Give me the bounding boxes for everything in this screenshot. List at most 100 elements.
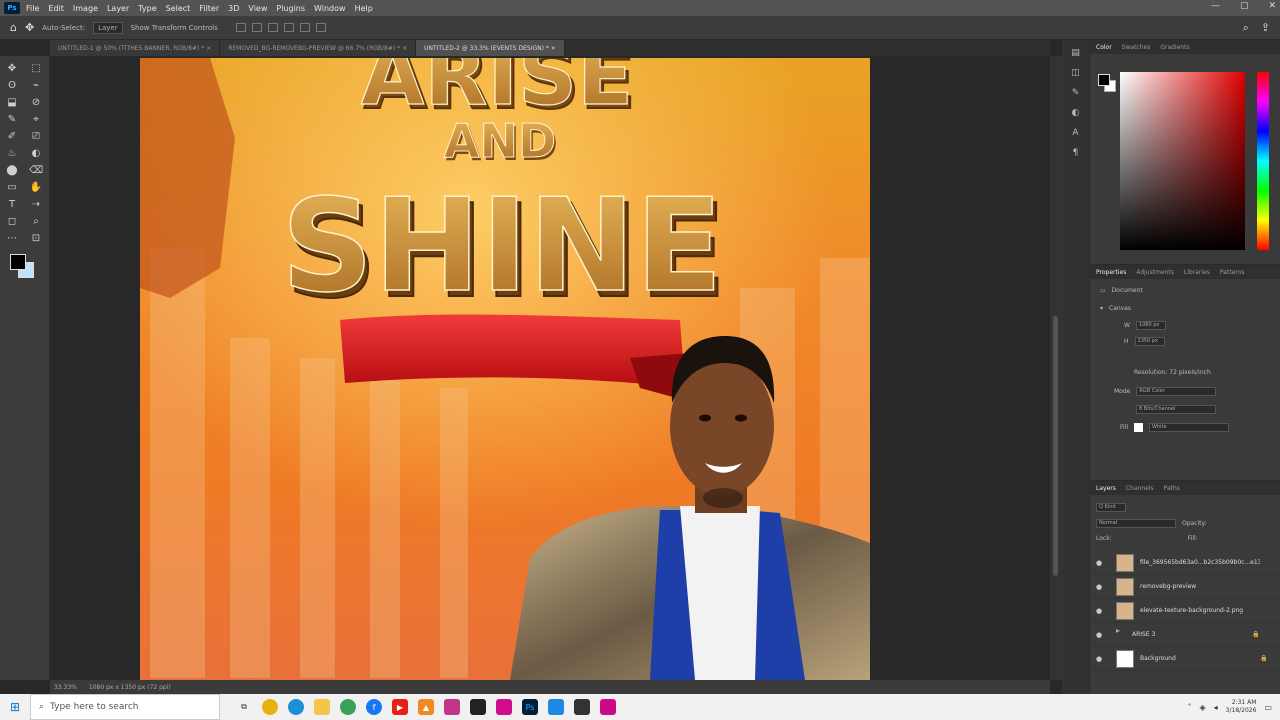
foreground-color-swatch[interactable] <box>10 254 26 270</box>
color-swatches[interactable] <box>10 254 40 282</box>
tab-close-icon[interactable]: × <box>206 45 211 52</box>
minimize-button[interactable]: — <box>1211 1 1220 11</box>
instagram-icon[interactable] <box>444 699 460 715</box>
file-explorer-icon[interactable] <box>314 699 330 715</box>
align-bottom-icon[interactable] <box>315 23 326 32</box>
edge-icon[interactable] <box>288 699 304 715</box>
menu-select[interactable]: Select <box>166 4 191 13</box>
chrome-2-icon[interactable] <box>340 699 356 715</box>
canvas-section-header[interactable]: ▾ Canvas <box>1100 305 1131 312</box>
mode-dropdown[interactable]: RGB Color <box>1136 387 1217 396</box>
vlc-icon[interactable]: ▲ <box>418 699 434 715</box>
capcut-icon[interactable] <box>470 699 486 715</box>
adjustments-icon[interactable]: ◐ <box>1070 108 1082 118</box>
color-picker-field[interactable] <box>1120 72 1245 250</box>
tab-untitled-2[interactable]: UNTITLED-2 @ 33.3% (EVENTS DESIGN) * × <box>416 40 565 56</box>
visibility-eye-icon[interactable]: ● <box>1096 655 1110 663</box>
menu-type[interactable]: Type <box>138 4 156 13</box>
tab-close-icon[interactable]: × <box>551 45 556 52</box>
layer-row[interactable]: ● file_369565bd63a0...b2c35b09b0c...e13c… <box>1090 551 1280 575</box>
quick-select-tool-icon[interactable]: ⌁ <box>29 78 43 92</box>
menu-view[interactable]: View <box>248 4 267 13</box>
folder-icon[interactable]: ▸ <box>1116 626 1126 644</box>
layer-row[interactable]: ● removebg-preview <box>1090 575 1280 599</box>
chrome-icon[interactable] <box>262 699 278 715</box>
comments-panel-icon[interactable]: ◫ <box>1070 68 1082 78</box>
frame-tool-icon[interactable]: ⊘ <box>29 95 43 109</box>
tab-layers[interactable]: Layers <box>1096 485 1116 492</box>
vertical-scrollbar[interactable] <box>1050 56 1062 680</box>
fill-color-chip[interactable] <box>1134 423 1144 432</box>
tab-color[interactable]: Color <box>1096 44 1112 51</box>
layer-group-row[interactable]: ● ▸ ARISE 3 🔒 <box>1090 623 1280 647</box>
more-tools-icon[interactable]: ⋯ <box>5 231 19 245</box>
paragraph-panel-icon[interactable]: ¶ <box>1070 148 1082 158</box>
menu-file[interactable]: File <box>26 4 39 13</box>
height-field[interactable]: 1350 px <box>1134 337 1165 346</box>
facebook-icon[interactable]: f <box>366 699 382 715</box>
history-brush-tool-icon[interactable]: ♨ <box>5 146 19 160</box>
menu-layer[interactable]: Layer <box>107 4 129 13</box>
menu-image[interactable]: Image <box>73 4 98 13</box>
blend-mode-dropdown[interactable]: Normal <box>1096 519 1176 528</box>
tray-chevron-icon[interactable]: ˄ <box>1188 703 1192 712</box>
marquee-tool-icon[interactable]: ⬚ <box>29 61 43 75</box>
app-magenta-icon[interactable] <box>600 699 616 715</box>
menu-help[interactable]: Help <box>355 4 373 13</box>
menu-3d[interactable]: 3D <box>228 4 239 13</box>
layer-row[interactable]: ● Background 🔒 <box>1090 647 1280 671</box>
clone-stamp-tool-icon[interactable]: ⎚ <box>29 129 43 143</box>
screen-mode-icon[interactable]: ⊡ <box>29 231 43 245</box>
tab-properties[interactable]: Properties <box>1096 269 1126 276</box>
brush-settings-icon[interactable]: ✎ <box>1070 88 1082 98</box>
foreground-color-chip[interactable] <box>1098 74 1110 86</box>
tab-channels[interactable]: Channels <box>1126 485 1154 492</box>
zoom-tool-icon[interactable]: ⌕ <box>29 214 43 228</box>
brush-tool-icon[interactable]: ✐ <box>5 129 19 143</box>
align-top-icon[interactable] <box>283 23 294 32</box>
search-icon[interactable]: ⌕ <box>1243 21 1249 35</box>
blur-tool-icon[interactable]: ⌫ <box>29 163 43 177</box>
auto-select-target-dropdown[interactable]: Layer <box>93 21 123 34</box>
align-center-icon[interactable] <box>251 23 262 32</box>
document-size[interactable]: 1080 px x 1350 px (72 ppi) <box>89 684 171 691</box>
task-view-icon[interactable]: ⧉ <box>236 699 252 715</box>
dodge-tool-icon[interactable]: ▭ <box>5 180 19 194</box>
share-icon[interactable]: ⇪ <box>1261 21 1270 35</box>
hue-slider[interactable] <box>1257 72 1269 250</box>
tab-paths[interactable]: Paths <box>1164 485 1180 492</box>
menu-window[interactable]: Window <box>314 4 346 13</box>
photoshop-taskbar-icon[interactable]: Ps <box>522 699 538 715</box>
tab-removed-bg[interactable]: REMOVED_BG-REMOVEBG-PREVIEW @ 66.7% (RGB… <box>220 40 417 56</box>
start-button[interactable]: ⊞ <box>0 694 30 720</box>
volume-icon[interactable]: ◂ <box>1214 703 1218 712</box>
store-icon[interactable] <box>548 699 564 715</box>
clock[interactable]: 2:31 AM 3/18/2026 <box>1226 699 1257 715</box>
menu-plugins[interactable]: Plugins <box>276 4 305 13</box>
hand-tool-icon[interactable]: ✋ <box>29 180 43 194</box>
show-transform-controls-checkbox[interactable]: Show Transform Controls <box>131 24 218 32</box>
type-tool-icon[interactable]: T <box>5 197 19 211</box>
character-panel-icon[interactable]: A <box>1070 128 1082 138</box>
eyedropper-tool-icon[interactable]: ✎ <box>5 112 19 126</box>
menu-edit[interactable]: Edit <box>48 4 64 13</box>
close-button[interactable]: ✕ <box>1268 1 1276 11</box>
home-icon[interactable]: ⌂ <box>10 21 17 34</box>
tab-untitled-1[interactable]: UNTITLED-1 @ 50% (TITHES BANNER, RGB/8#)… <box>50 40 221 56</box>
lasso-tool-icon[interactable]: ʘ <box>5 78 19 92</box>
move-tool-icon[interactable]: ✥ <box>25 21 34 34</box>
youtube-icon[interactable]: ▶ <box>392 699 408 715</box>
layer-row[interactable]: ● elevate-texture-background-2.png <box>1090 599 1280 623</box>
path-selection-tool-icon[interactable]: ⇢ <box>29 197 43 211</box>
bit-depth-dropdown[interactable]: 8 Bits/Channel <box>1136 405 1216 414</box>
app-dark-icon[interactable] <box>574 699 590 715</box>
gradient-tool-icon[interactable]: ⬤ <box>5 163 19 177</box>
eraser-tool-icon[interactable]: ◐ <box>29 146 43 160</box>
history-panel-icon[interactable]: ▤ <box>1070 48 1082 58</box>
network-icon[interactable]: ◈ <box>1200 703 1206 712</box>
document-canvas[interactable]: ARISE ARISE AND AND SHINE SHINE <box>140 58 870 680</box>
crop-tool-icon[interactable]: ⬓ <box>5 95 19 109</box>
align-left-icon[interactable] <box>235 23 246 32</box>
tab-patterns[interactable]: Patterns <box>1220 269 1245 276</box>
maximize-button[interactable]: ▢ <box>1240 1 1249 11</box>
